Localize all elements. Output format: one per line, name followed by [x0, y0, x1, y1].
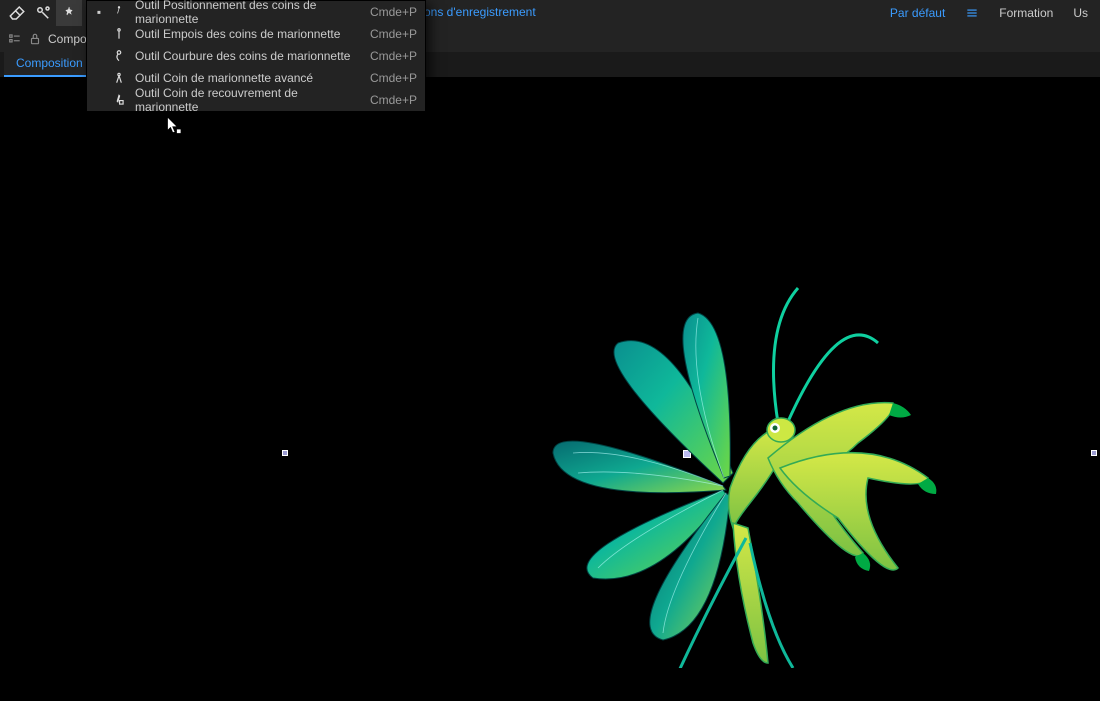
- menu-item-puppet-bend[interactable]: Outil Courbure des coins de marionnette …: [87, 45, 425, 67]
- menu-shortcut: Cmde+P: [370, 5, 417, 19]
- roto-brush-icon: [34, 4, 52, 22]
- menu-item-puppet-overlap[interactable]: Outil Coin de recouvrement de marionnett…: [87, 89, 425, 111]
- menu-shortcut: Cmde+P: [370, 93, 417, 107]
- eraser-tool[interactable]: [4, 0, 30, 26]
- puppet-tool-dropdown: ▪ Outil Positionnement des coins de mari…: [86, 0, 426, 112]
- canvas[interactable]: [38, 83, 1100, 701]
- pin-icon: [60, 4, 78, 22]
- panel-list-icon[interactable]: [8, 32, 22, 46]
- menu-item-puppet-starch[interactable]: Outil Empois des coins de marionnette Cm…: [87, 23, 425, 45]
- roto-brush-tool[interactable]: [30, 0, 56, 26]
- menu-item-label: Outil Coin de marionnette avancé: [135, 71, 362, 85]
- user-partial[interactable]: Us: [1073, 6, 1088, 20]
- overlap-icon: [111, 93, 127, 107]
- eraser-icon: [8, 4, 26, 22]
- bend-icon: [111, 49, 127, 63]
- mantis-illustration: [498, 268, 958, 668]
- formation-link[interactable]: Formation: [999, 6, 1053, 20]
- pin-icon: [111, 5, 127, 19]
- puppet-pin-tool[interactable]: [56, 0, 82, 26]
- composition-viewer[interactable]: [0, 78, 1100, 701]
- menu-item-label: Outil Positionnement des coins de marion…: [135, 0, 362, 26]
- lock-icon[interactable]: [28, 32, 42, 46]
- menu-item-label: Outil Empois des coins de marionnette: [135, 27, 362, 41]
- menu-check-mark: ▪: [95, 5, 103, 19]
- advanced-icon: [111, 71, 127, 85]
- record-options-link[interactable]: tions d'enregistrement: [418, 5, 536, 19]
- menu-item-label: Outil Courbure des coins de marionnette: [135, 49, 362, 63]
- toolbar-right: Par défaut Formation Us: [890, 6, 1096, 20]
- menu-shortcut: Cmde+P: [370, 71, 417, 85]
- menu-shortcut: Cmde+P: [370, 27, 417, 41]
- starch-icon: [111, 27, 127, 41]
- menu-item-label: Outil Coin de recouvrement de marionnett…: [135, 86, 362, 114]
- selection-handle-right[interactable]: [1091, 450, 1097, 456]
- workspace-menu-icon[interactable]: [965, 6, 979, 20]
- menu-shortcut: Cmde+P: [370, 49, 417, 63]
- workspace-selector[interactable]: Par défaut: [890, 6, 945, 20]
- selection-handle-left[interactable]: [282, 450, 288, 456]
- menu-item-puppet-position[interactable]: ▪ Outil Positionnement des coins de mari…: [87, 1, 425, 23]
